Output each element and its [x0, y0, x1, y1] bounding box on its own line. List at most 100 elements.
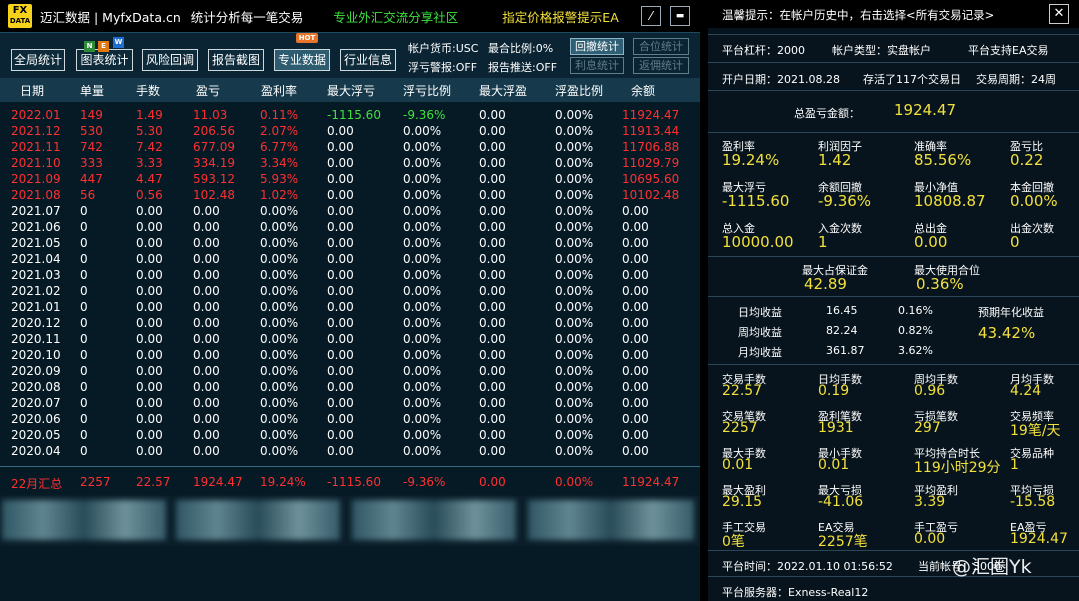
table-row[interactable]: 2020.12 0 0.00 0.00 0.00% 0.00 0.00% 0.00 0.00% 0… — [0, 315, 700, 331]
max-margin-value: 42.89 — [804, 275, 847, 293]
cell-max-float-loss: 0.00 — [327, 300, 354, 314]
price-alert-ea-link[interactable]: 指定价格报警提示EA — [502, 7, 618, 26]
metric-value: 1 — [818, 233, 828, 251]
cell-max-float-loss: 0.00 — [327, 268, 354, 282]
total-pl-value: 1924.47 — [894, 101, 957, 119]
cell-balance: 11706.88 — [622, 140, 680, 154]
rebate-stats-button[interactable]: 返佣统计 — [633, 57, 689, 74]
table-row[interactable]: 2020.04 0 0.00 0.00 0.00% 0.00 0.00% 0.00 0.00% 0… — [0, 443, 700, 459]
risk-pullback-button[interactable]: 风险回调 — [142, 49, 198, 71]
cell-pl: 0.00 — [193, 428, 220, 442]
industry-info-button[interactable]: 行业信息 — [340, 49, 396, 71]
chart-stats-button[interactable]: 图表统计 — [76, 49, 133, 71]
cell-orders: 742 — [80, 140, 103, 154]
table-row[interactable]: 2020.11 0 0.00 0.00 0.00% 0.00 0.00% 0.00 0.00% 0… — [0, 331, 700, 347]
drawdown-stats-button[interactable]: 回撤统计 — [570, 38, 624, 55]
col-float-profit-ratio[interactable]: 浮盈比例 — [555, 82, 603, 99]
cell-lots: 0.00 — [136, 412, 163, 426]
table-row[interactable]: 2022.01 149 1.49 11.03 0.11% -1115.60 -9.36% 0.… — [0, 107, 700, 123]
cell-max-float-loss: 0.00 — [327, 140, 354, 154]
table-row[interactable]: 2021.02 0 0.00 0.00 0.00% 0.00 0.00% 0.00 0.00% 0… — [0, 283, 700, 299]
cell-lots: 4.47 — [136, 172, 163, 186]
pencil-icon: ⁄ — [649, 9, 652, 23]
cell-float-loss-ratio: 0.00% — [403, 428, 442, 442]
cell-lots: 0.00 — [136, 380, 163, 394]
hot-badge: HOT — [296, 33, 318, 43]
table-row[interactable]: 2021.10 333 3.33 334.19 3.34% 0.00 0.00% 0.00 0.… — [0, 155, 700, 171]
cell-max-float-loss: 0.00 — [327, 316, 354, 330]
avg-percent: 0.82% — [898, 324, 933, 337]
pro-data-button[interactable]: 专业数据 — [274, 49, 330, 71]
minimize-button[interactable]: ▬ — [670, 6, 690, 26]
col-max-float-loss[interactable]: 最大浮亏 — [327, 82, 375, 99]
stat-value: 297 — [914, 420, 941, 436]
cell-orders: 0 — [80, 348, 88, 362]
table-row[interactable]: 2021.04 0 0.00 0.00 0.00% 0.00 0.00% 0.00 0.00% 0… — [0, 251, 700, 267]
table-row[interactable]: 2020.06 0 0.00 0.00 0.00% 0.00 0.00% 0.00 0.00% 0… — [0, 411, 700, 427]
cell-lots: 0.00 — [136, 220, 163, 234]
cell-pl: 677.09 — [193, 140, 235, 154]
cell-profit-rate: 0.00% — [260, 316, 299, 330]
cell-orders: 0 — [80, 300, 88, 314]
cell-profit-rate: 0.00% — [260, 220, 299, 234]
trade-stats-grid: 交易手数 22.57 日均手数 0.19 周均手数 0.96 月均手数 4.24 交易笔数 225… — [708, 364, 1079, 550]
cell-float-profit-ratio: 0.00% — [555, 172, 594, 186]
col-pl[interactable]: 盈亏 — [196, 82, 220, 99]
table-row[interactable]: 2021.06 0 0.00 0.00 0.00% 0.00 0.00% 0.00 0.00% 0… — [0, 219, 700, 235]
table-row[interactable]: 2021.12 530 5.30 206.56 2.07% 0.00 0.00% 0.00 0.… — [0, 123, 700, 139]
cell-max-float-profit: 0.00 — [479, 380, 506, 394]
cell-float-profit-ratio: 0.00% — [555, 204, 594, 218]
position-stats-button[interactable]: 合位统计 — [633, 38, 689, 55]
blurred-block — [176, 500, 340, 540]
table-row[interactable]: 2021.09 447 4.47 593.12 5.93% 0.00 0.00% 0.00 0.… — [0, 171, 700, 187]
col-balance[interactable]: 余额 — [631, 82, 655, 99]
global-stats-button[interactable]: 全局统计 — [11, 49, 65, 71]
stat-value: -15.58 — [1010, 494, 1056, 510]
stat-value: -41.06 — [818, 494, 864, 510]
table-row[interactable]: 2021.01 0 0.00 0.00 0.00% 0.00 0.00% 0.00 0.00% 0… — [0, 299, 700, 315]
summary-float-loss-ratio: -9.36% — [403, 475, 446, 489]
col-date[interactable]: 日期 — [20, 82, 44, 99]
cell-max-float-loss: 0.00 — [327, 188, 354, 202]
community-link[interactable]: 专业外汇交流分享社区 — [333, 7, 458, 26]
cell-balance: 0.00 — [622, 204, 649, 218]
edit-button[interactable]: ⁄ — [641, 6, 661, 26]
close-button[interactable]: ✕ — [1049, 4, 1069, 24]
col-lots[interactable]: 手数 — [136, 82, 160, 99]
cell-date: 2021.01 — [11, 300, 61, 314]
table-row[interactable]: 2020.08 0 0.00 0.00 0.00% 0.00 0.00% 0.00 0.00% 0… — [0, 379, 700, 395]
table-row[interactable]: 2020.10 0 0.00 0.00 0.00% 0.00 0.00% 0.00 0.00% 0… — [0, 347, 700, 363]
table-row[interactable]: 2020.09 0 0.00 0.00 0.00% 0.00 0.00% 0.00 0.00% 0… — [0, 363, 700, 379]
col-float-loss-ratio[interactable]: 浮亏比例 — [403, 82, 451, 99]
blurred-block — [352, 500, 516, 540]
summary-balance: 11924.47 — [622, 475, 680, 489]
table-row[interactable]: 2021.11 742 7.42 677.09 6.77% 0.00 0.00% 0.00 0.… — [0, 139, 700, 155]
cell-date: 2020.11 — [11, 332, 61, 346]
table-row[interactable]: 2021.08 56 0.56 102.48 1.02% 0.00 0.00% 0.00 0.0… — [0, 187, 700, 203]
server-row: 平台服务器：Exness-Real12 — [708, 576, 1079, 601]
cell-profit-rate: 0.00% — [260, 428, 299, 442]
cell-max-float-loss: 0.00 — [327, 412, 354, 426]
cell-max-float-profit: 0.00 — [479, 300, 506, 314]
platform-server: 平台服务器：Exness-Real12 — [722, 586, 869, 599]
col-profit-rate[interactable]: 盈利率 — [261, 82, 297, 99]
cell-balance: 0.00 — [622, 444, 649, 458]
table-row[interactable]: 2020.05 0 0.00 0.00 0.00% 0.00 0.00% 0.00 0.00% 0… — [0, 427, 700, 443]
cell-balance: 0.00 — [622, 284, 649, 298]
col-orders[interactable]: 单量 — [80, 82, 104, 99]
cell-profit-rate: 5.93% — [260, 172, 299, 186]
cell-lots: 0.00 — [136, 396, 163, 410]
cell-balance: 10102.48 — [622, 188, 680, 202]
table-row[interactable]: 2021.03 0 0.00 0.00 0.00% 0.00 0.00% 0.00 0.00% 0… — [0, 267, 700, 283]
col-max-float-profit[interactable]: 最大浮盈 — [479, 82, 527, 99]
float-loss-alert[interactable]: 浮亏警报:OFF — [408, 59, 477, 75]
interest-stats-button[interactable]: 利息统计 — [570, 57, 624, 74]
table-row[interactable]: 2021.05 0 0.00 0.00 0.00% 0.00 0.00% 0.00 0.00% 0… — [0, 235, 700, 251]
table-row[interactable]: 2021.07 0 0.00 0.00 0.00% 0.00 0.00% 0.00 0.00% 0… — [0, 203, 700, 219]
metric-value: 85.56% — [914, 151, 972, 169]
cell-float-loss-ratio: 0.00% — [403, 396, 442, 410]
report-push[interactable]: 报告推送:OFF — [488, 59, 557, 75]
metric-value: 10808.87 — [914, 192, 986, 210]
table-row[interactable]: 2020.07 0 0.00 0.00 0.00% 0.00 0.00% 0.00 0.00% 0… — [0, 395, 700, 411]
report-screenshot-button[interactable]: 报告截图 — [208, 49, 264, 71]
